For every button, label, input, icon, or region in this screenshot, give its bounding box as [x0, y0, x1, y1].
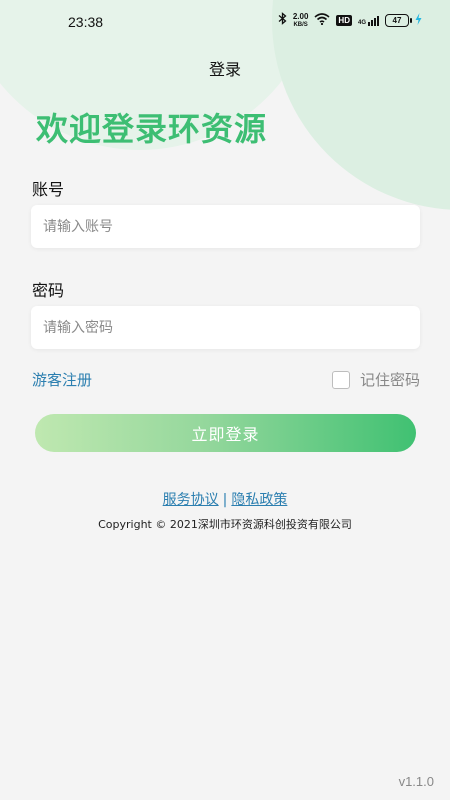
privacy-policy-link[interactable]: 隐私政策 [231, 492, 287, 508]
version-label: v1.1.0 [398, 774, 434, 789]
legal-links: 服务协议 | 隐私政策 [0, 489, 450, 509]
password-input[interactable] [31, 306, 420, 349]
account-label: 账号 [32, 180, 65, 199]
copyright-text: Copyright © 2021深圳市环资源科创投资有限公司 [98, 518, 352, 531]
remember-password-label: 记住密码 [359, 371, 420, 389]
battery-icon: 47 [385, 14, 412, 27]
login-screen: 23:38 2.00 KB/S HD 4G 47 登录 欢迎登录环资源 账号 请… [0, 0, 450, 800]
wifi-icon [314, 12, 330, 29]
charging-icon [415, 12, 422, 29]
signal-icon: 4G [358, 15, 379, 26]
network-speed: 2.00 KB/S [292, 11, 309, 28]
guest-register-link[interactable]: 游客注册 [32, 369, 92, 390]
account-input[interactable] [31, 205, 420, 248]
status-bar: 23:38 2.00 KB/S HD 4G 47 [0, 0, 450, 44]
service-agreement-link[interactable]: 服务协议 [163, 492, 219, 508]
welcome-heading: 欢迎登录环资源 [36, 110, 268, 148]
remember-password-checkbox[interactable] [331, 370, 350, 389]
legal-separator: | [222, 492, 228, 508]
bluetooth-icon [278, 12, 287, 29]
status-icons: 2.00 KB/S HD 4G 47 [278, 12, 422, 29]
password-label: 密码 [32, 281, 65, 300]
remember-password-toggle[interactable]: 记住密码 [331, 369, 420, 390]
page-title: 登录 [208, 60, 241, 79]
login-button[interactable]: 立即登录 [35, 414, 416, 452]
hd-icon: HD [336, 15, 352, 26]
status-time: 23:38 [68, 14, 104, 30]
